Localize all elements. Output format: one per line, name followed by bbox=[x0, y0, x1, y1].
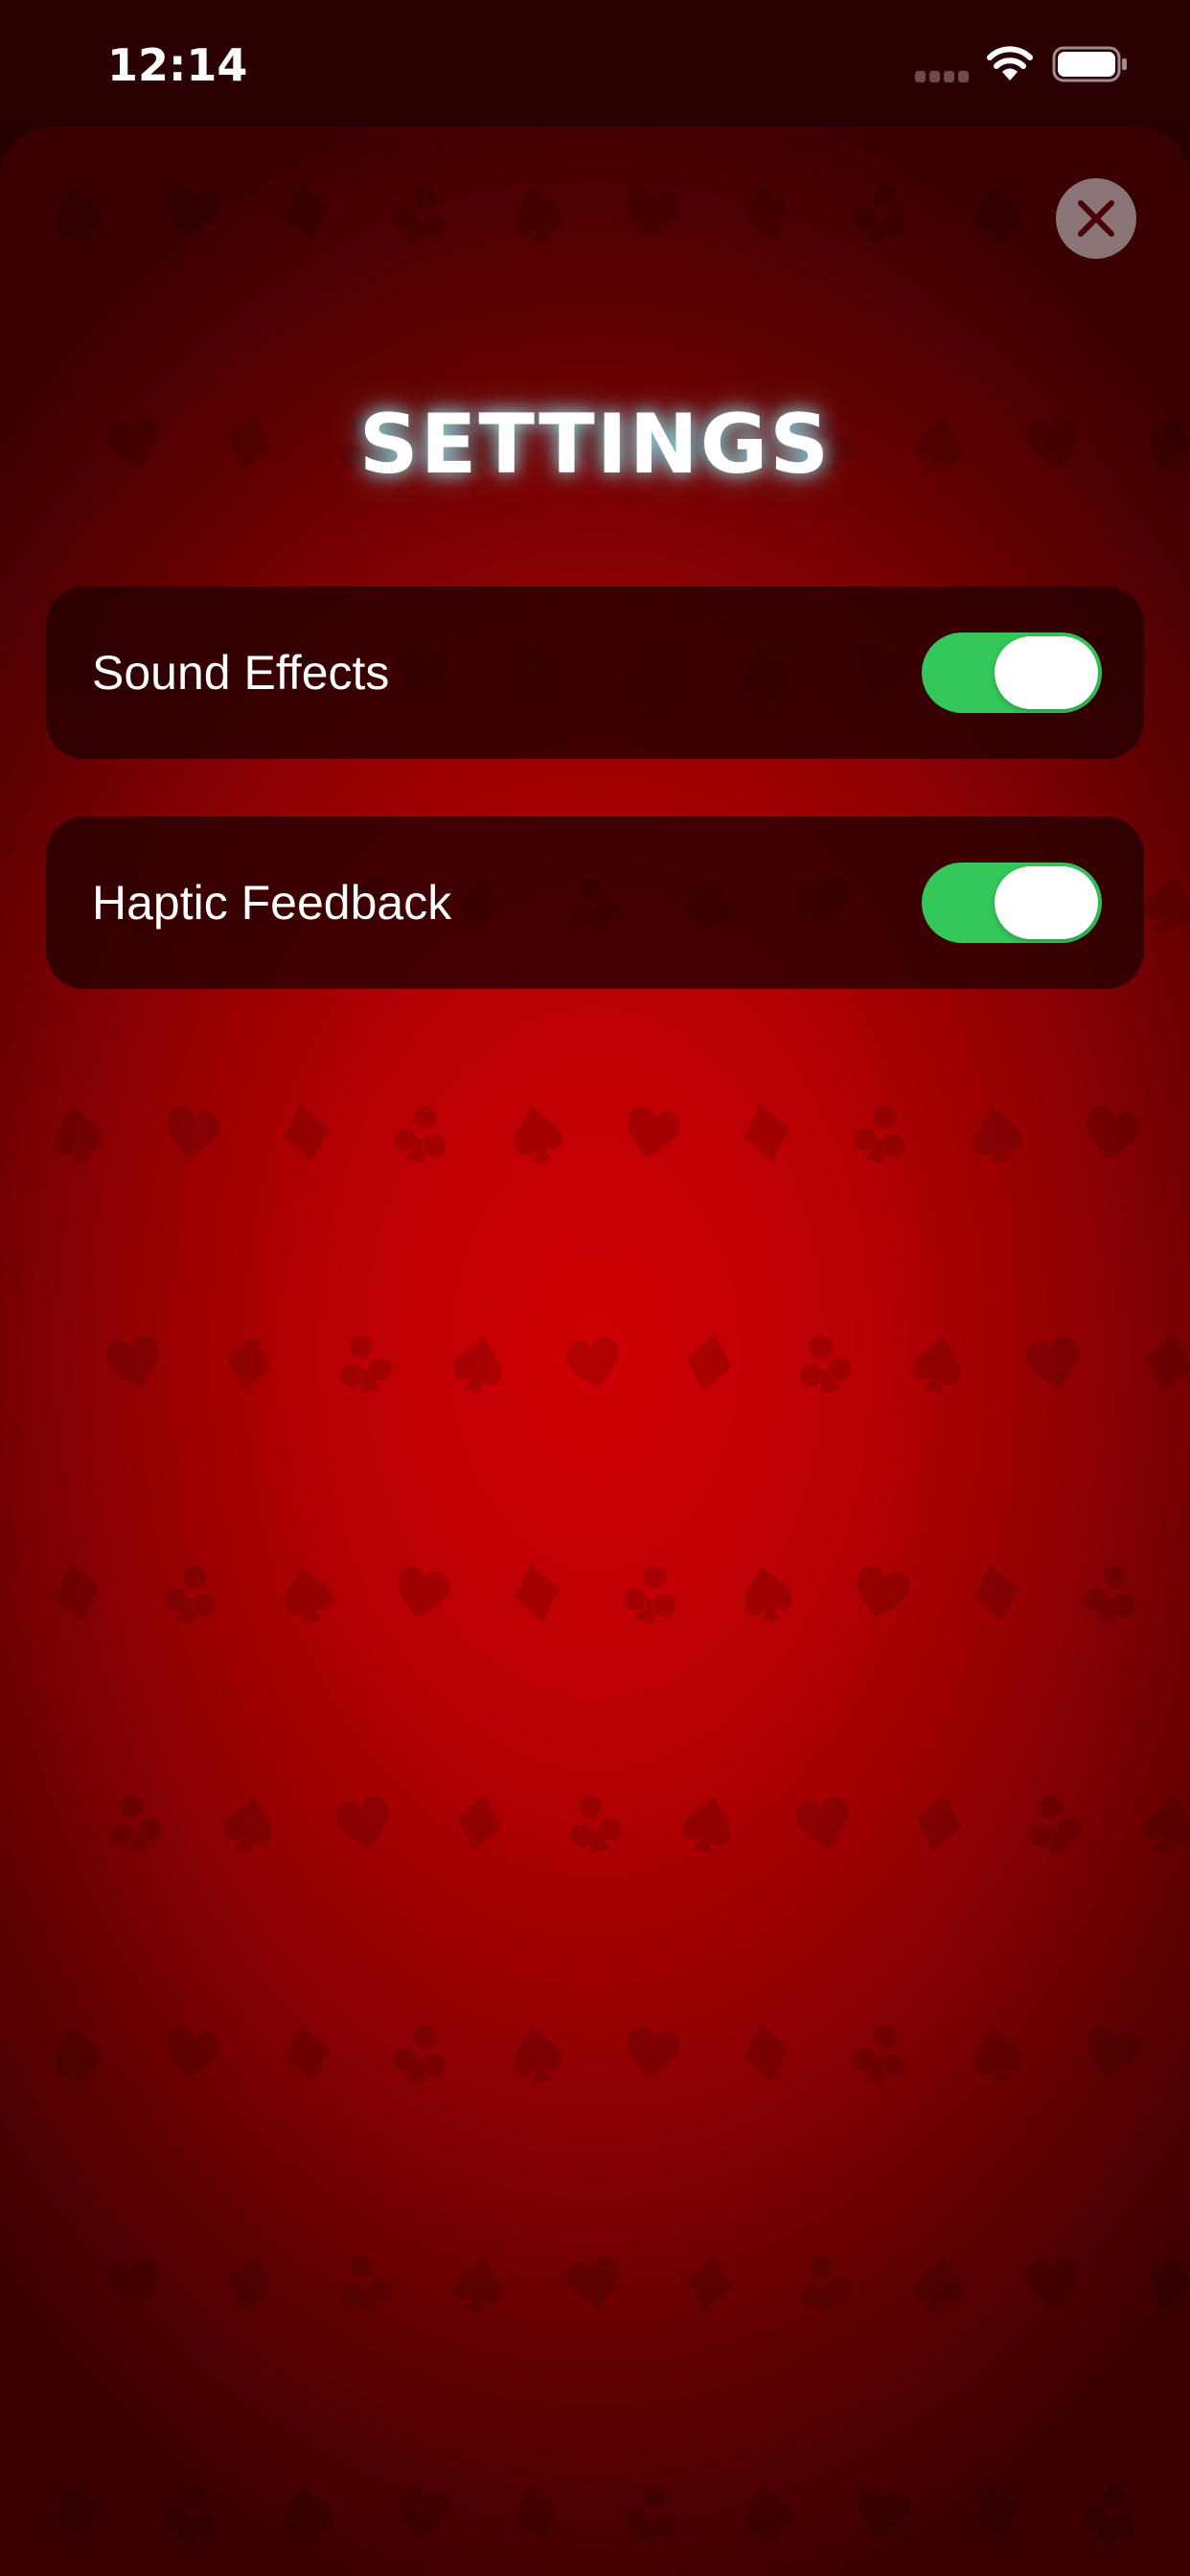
suit-heart-icon bbox=[565, 2256, 619, 2309]
suit-heart-icon bbox=[105, 1336, 159, 1389]
suit-club-icon bbox=[853, 185, 905, 244]
suit-spade-icon bbox=[1143, 875, 1190, 934]
suit-diamond-icon bbox=[54, 2484, 100, 2542]
suit-heart-icon bbox=[627, 186, 680, 239]
settings-screen: 12:14 SETTINGS Sound Effects Haptic Feed… bbox=[0, 0, 1190, 2576]
suit-club-icon bbox=[163, 1565, 216, 1624]
suit-heart-icon bbox=[335, 1796, 389, 1849]
suit-heart-icon bbox=[105, 2256, 159, 2309]
suit-diamond-icon bbox=[744, 2024, 790, 2082]
suit-heart-icon bbox=[1087, 2026, 1140, 2079]
suit-diamond-icon bbox=[54, 1564, 100, 1622]
toggle-knob bbox=[995, 866, 1098, 939]
suit-spade-icon bbox=[514, 1105, 562, 1164]
status-bar: 12:14 bbox=[0, 0, 1190, 125]
suit-club-icon bbox=[853, 2025, 905, 2084]
suit-diamond-icon bbox=[1146, 2254, 1190, 2312]
suit-club-icon bbox=[393, 2025, 446, 2084]
suit-diamond-icon bbox=[284, 184, 330, 242]
close-icon bbox=[1078, 200, 1114, 237]
suit-heart-icon bbox=[627, 1106, 680, 1159]
battery-icon bbox=[1052, 46, 1127, 82]
suit-club-icon bbox=[1083, 2485, 1135, 2544]
suit-diamond-icon bbox=[284, 1104, 330, 1162]
wifi-icon bbox=[987, 46, 1033, 80]
suit-club-icon bbox=[570, 1795, 622, 1854]
suit-diamond-icon bbox=[686, 1334, 732, 1392]
suit-spade-icon bbox=[54, 1105, 103, 1164]
suit-heart-icon bbox=[1025, 1336, 1079, 1389]
close-button[interactable] bbox=[1056, 178, 1136, 259]
suit-club-icon bbox=[340, 2255, 392, 2314]
suit-club-icon bbox=[110, 1795, 162, 1854]
suit-club-icon bbox=[623, 2485, 675, 2544]
suit-diamond-icon bbox=[973, 1564, 1019, 1622]
suit-spade-icon bbox=[223, 1795, 272, 1854]
suit-diamond-icon bbox=[916, 1794, 962, 1852]
suit-spade-icon bbox=[514, 2025, 562, 2084]
suit-diamond-icon bbox=[686, 2254, 732, 2312]
suit-club-icon bbox=[800, 1335, 852, 1394]
suit-diamond-icon bbox=[744, 184, 790, 242]
suit-club-icon bbox=[1083, 1565, 1135, 1624]
suit-spade-icon bbox=[284, 1565, 332, 1624]
suit-diamond-icon bbox=[744, 1104, 790, 1162]
suit-club-icon bbox=[163, 2485, 216, 2544]
suit-spade-icon bbox=[54, 2025, 103, 2084]
suit-spade-icon bbox=[973, 185, 1022, 244]
suit-heart-icon bbox=[565, 1336, 619, 1389]
suit-heart-icon bbox=[167, 2026, 220, 2079]
suit-spade-icon bbox=[744, 2485, 792, 2544]
suit-spade-icon bbox=[514, 185, 562, 244]
suit-spade-icon bbox=[453, 2255, 502, 2314]
suit-spade-icon bbox=[744, 1565, 792, 1624]
page-title: SETTINGS bbox=[358, 397, 832, 493]
suit-diamond-icon bbox=[973, 2484, 1019, 2542]
suit-heart-icon bbox=[167, 1106, 220, 1159]
suit-spade-icon bbox=[973, 2025, 1022, 2084]
suit-pattern-background bbox=[54, 184, 1190, 2544]
suit-club-icon bbox=[340, 1335, 392, 1394]
suit-spade-icon bbox=[973, 1105, 1022, 1164]
status-time: 12:14 bbox=[107, 39, 248, 91]
suit-spade-icon bbox=[54, 185, 103, 244]
suit-heart-icon bbox=[397, 2486, 450, 2539]
suit-diamond-icon bbox=[226, 1334, 272, 1392]
suit-club-icon bbox=[1030, 1795, 1082, 1854]
suit-heart-icon bbox=[627, 2026, 680, 2079]
suit-heart-icon bbox=[167, 186, 220, 239]
suit-heart-icon bbox=[857, 1566, 910, 1619]
suit-spade-icon bbox=[284, 2485, 332, 2544]
suit-club-icon bbox=[393, 185, 446, 244]
suit-diamond-icon bbox=[514, 1564, 560, 1622]
suit-heart-icon bbox=[397, 1566, 450, 1619]
cell-signal-icon bbox=[915, 71, 969, 82]
sound-effects-toggle[interactable] bbox=[922, 632, 1102, 713]
suit-heart-icon bbox=[1025, 2256, 1079, 2309]
suit-diamond-icon bbox=[514, 2484, 560, 2542]
toggle-knob bbox=[995, 636, 1098, 709]
suit-club-icon bbox=[393, 1105, 446, 1164]
suit-club-icon bbox=[853, 1105, 905, 1164]
setting-row-haptic-feedback: Haptic Feedback bbox=[46, 816, 1144, 989]
suit-heart-icon bbox=[857, 2486, 910, 2539]
suit-spade-icon bbox=[913, 2255, 962, 2314]
suit-diamond-icon bbox=[226, 2254, 272, 2312]
setting-row-sound-effects: Sound Effects bbox=[46, 586, 1144, 759]
suit-spade-icon bbox=[683, 1795, 732, 1854]
suit-spade-icon bbox=[913, 1335, 962, 1394]
suit-diamond-icon bbox=[284, 2024, 330, 2082]
suit-heart-icon bbox=[1087, 1106, 1140, 1159]
setting-label-sound-effects: Sound Effects bbox=[92, 646, 390, 700]
suit-heart-icon bbox=[795, 1796, 849, 1849]
settings-sheet: SETTINGS Sound Effects Haptic Feedback bbox=[0, 126, 1190, 2576]
setting-label-haptic-feedback: Haptic Feedback bbox=[92, 876, 452, 930]
haptic-feedback-toggle[interactable] bbox=[922, 862, 1102, 943]
suit-spade-icon bbox=[1143, 1795, 1190, 1854]
suit-club-icon bbox=[800, 2255, 852, 2314]
suit-club-icon bbox=[623, 1565, 675, 1624]
suit-spade-icon bbox=[453, 1335, 502, 1394]
suit-diamond-icon bbox=[456, 1794, 502, 1852]
suit-diamond-icon bbox=[1146, 1334, 1190, 1392]
